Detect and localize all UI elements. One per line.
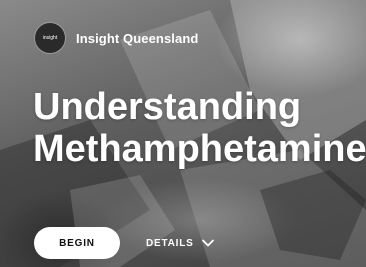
- brand-name[interactable]: Insight Queensland: [76, 31, 198, 46]
- chevron-down-icon: [201, 239, 214, 247]
- details-label: DETAILS: [146, 237, 194, 249]
- brand-logo[interactable]: insight: [34, 22, 66, 54]
- details-toggle[interactable]: DETAILS: [146, 238, 214, 249]
- action-bar: BEGIN DETAILS: [34, 227, 214, 259]
- page-title: Understanding Methamphetamine: [33, 86, 366, 170]
- top-bar: insight Insight Queensland: [34, 22, 198, 54]
- begin-button[interactable]: BEGIN: [34, 227, 120, 259]
- hero-banner: insight Insight Queensland Understanding…: [0, 0, 366, 267]
- logo-text: insight: [42, 34, 58, 41]
- title-line-2: Methamphetamine: [33, 128, 366, 170]
- title-line-1: Understanding: [33, 86, 302, 128]
